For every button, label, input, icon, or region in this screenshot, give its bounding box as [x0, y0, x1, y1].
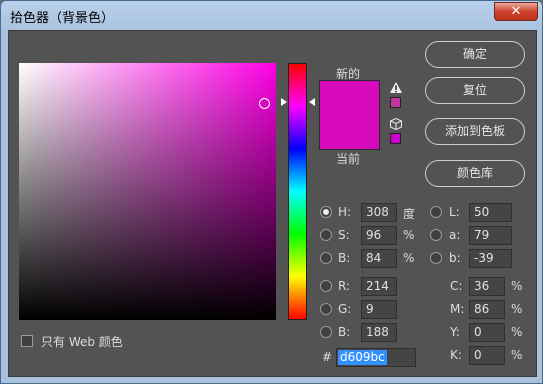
rgb-g-input[interactable]: 9 [361, 300, 397, 319]
hsb-s-input[interactable]: 96 [361, 226, 397, 245]
rgb-r-label: R: [338, 279, 351, 293]
lab-b-radio[interactable] [430, 252, 442, 264]
close-button[interactable]: ✕ [494, 2, 538, 21]
cmyk-k-unit: % [511, 348, 523, 362]
cmyk-k-input[interactable]: 0 [469, 346, 505, 365]
window-title: 拾色器（背景色） [10, 11, 115, 26]
lab-a-radio[interactable] [430, 229, 442, 241]
cmyk-c-unit: % [511, 279, 523, 293]
rgb-r-input[interactable]: 214 [361, 277, 397, 296]
ok-button[interactable]: 确定 [425, 41, 525, 68]
lab-b-input[interactable]: -39 [469, 249, 512, 268]
web-safe-swatch[interactable] [390, 133, 401, 144]
dialog-body: 新的 当前 确定 复位 添加到色板 颜色库 H: 308 度 S: 96 % B… [8, 30, 537, 377]
hsb-h-radio[interactable] [320, 206, 332, 218]
hsb-b-unit: % [403, 251, 415, 265]
cmyk-m-input[interactable]: 86 [469, 300, 505, 319]
hex-value: d609bc [338, 350, 387, 365]
hue-slider-left-arrow[interactable] [281, 98, 287, 106]
color-field-marker[interactable] [259, 98, 270, 109]
lab-b-label: b: [449, 251, 461, 265]
warning-triangle-icon[interactable] [390, 82, 402, 94]
hue-slider-right-arrow[interactable] [309, 98, 315, 106]
cmyk-y-input[interactable]: 0 [469, 323, 505, 342]
title-bar[interactable]: 拾色器（背景色） ✕ [1, 1, 543, 29]
hex-input[interactable]: d609bc [336, 348, 416, 367]
hsb-h-unit: 度 [403, 207, 416, 221]
reset-button[interactable]: 复位 [425, 77, 525, 104]
cmyk-c-input[interactable]: 36 [469, 277, 505, 296]
rgb-b-label: B: [338, 325, 351, 339]
rgb-b-radio[interactable] [320, 326, 332, 338]
cmyk-y-unit: % [511, 325, 523, 339]
cube-icon[interactable] [390, 118, 402, 130]
lab-l-input[interactable]: 50 [469, 203, 512, 222]
hsb-b-label: B: [338, 251, 351, 265]
hue-slider[interactable] [288, 63, 307, 320]
cmyk-c-label: C: [450, 279, 463, 293]
lab-l-radio[interactable] [430, 206, 442, 218]
current-color-label: 当前 [336, 152, 361, 166]
hsb-s-unit: % [403, 228, 415, 242]
cmyk-y-label: Y: [450, 325, 460, 339]
hsb-b-radio[interactable] [320, 252, 332, 264]
hsb-h-input[interactable]: 308 [361, 203, 397, 222]
lab-a-input[interactable]: 79 [469, 226, 512, 245]
rgb-g-label: G: [338, 302, 352, 316]
color-libraries-button[interactable]: 颜色库 [425, 160, 525, 187]
hsb-b-input[interactable]: 84 [361, 249, 397, 268]
hsb-s-radio[interactable] [320, 229, 332, 241]
cmyk-m-unit: % [511, 302, 523, 316]
hex-prefix: # [322, 350, 333, 364]
web-colors-only-checkbox[interactable] [21, 335, 33, 347]
rgb-g-radio[interactable] [320, 303, 332, 315]
lab-a-label: a: [449, 228, 461, 242]
cmyk-k-label: K: [450, 348, 462, 362]
hsb-s-label: S: [338, 228, 350, 242]
rgb-b-input[interactable]: 188 [361, 323, 397, 342]
lab-l-label: L: [449, 205, 460, 219]
gamut-warning-swatch[interactable] [390, 97, 401, 108]
hsb-h-label: H: [338, 205, 352, 219]
color-picker-window: 拾色器（背景色） ✕ 新的 当前 确定 复位 添加到色板 颜色库 H: 308 … [0, 0, 543, 384]
color-preview [319, 80, 380, 150]
cmyk-m-label: M: [450, 302, 465, 316]
web-colors-only-label[interactable]: 只有 Web 颜色 [41, 333, 123, 350]
add-to-swatches-button[interactable]: 添加到色板 [425, 118, 525, 145]
current-color-swatch[interactable] [320, 115, 379, 149]
new-color-swatch [320, 81, 379, 115]
color-field[interactable] [19, 63, 276, 320]
rgb-r-radio[interactable] [320, 280, 332, 292]
